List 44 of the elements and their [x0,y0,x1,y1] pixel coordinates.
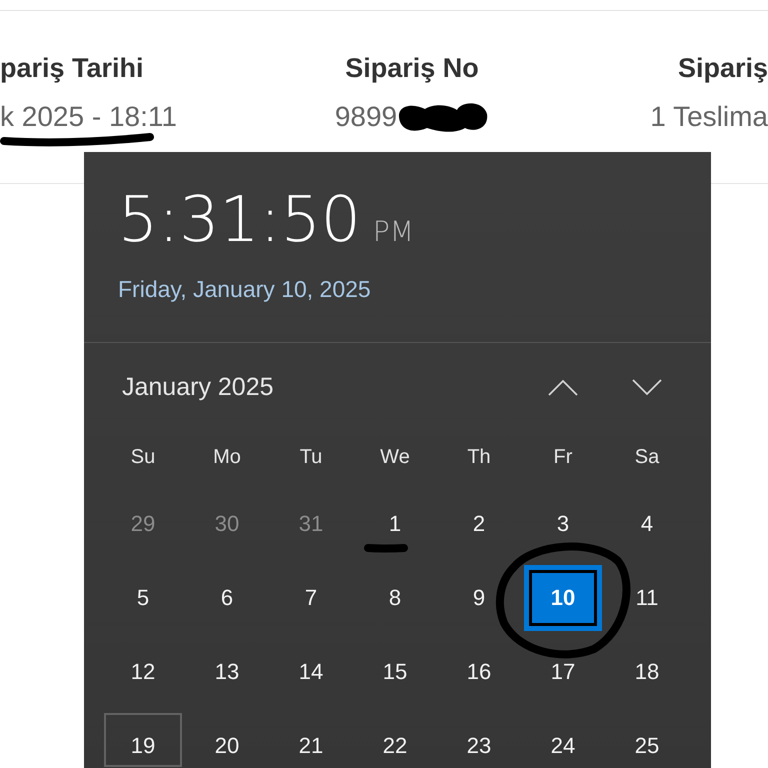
day-button[interactable]: 19 [104,713,182,767]
day-button[interactable]: 1 [356,491,434,557]
clock-time: 5:31:50 [118,182,361,258]
day-button[interactable]: 22 [356,713,434,767]
column-value: 1 Teslima [650,100,768,134]
day-button[interactable]: 12 [104,639,182,705]
day-button[interactable]: 21 [272,713,350,767]
weekday-label: Fr [554,445,572,469]
chevron-down-icon [632,378,662,396]
day-button[interactable]: 25 [608,713,686,767]
weekday-label: Th [467,445,491,469]
day-button[interactable]: 6 [188,565,266,631]
day-button[interactable]: 23 [440,713,518,767]
day-button[interactable]: 18 [608,639,686,705]
am-pm-label: PM [372,215,414,249]
weekday-label: Tu [300,445,322,469]
day-button[interactable]: 17 [524,639,602,705]
day-button[interactable]: 2 [440,491,518,557]
column-value: 9899 [334,100,398,134]
day-button[interactable]: 9 [440,565,518,631]
day-button[interactable]: 13 [188,639,266,705]
day-button[interactable]: 14 [272,639,350,705]
chevron-up-icon [548,378,578,396]
day-button[interactable]: 11 [608,565,686,631]
day-button[interactable]: 10 [524,565,602,631]
weekday-label: Su [130,445,156,469]
month-header[interactable]: January 2025 [122,372,274,402]
column-heading: pariş Tarihi [0,52,144,84]
day-button[interactable]: 16 [440,639,518,705]
day-button[interactable]: 24 [524,713,602,767]
weekday-label: We [380,445,410,469]
weekday-label: Mo [213,445,241,469]
day-button[interactable]: 8 [356,565,434,631]
column-heading: Sipariş [678,52,768,84]
day-button[interactable]: 7 [272,565,350,631]
day-button[interactable]: 4 [608,491,686,557]
date-link[interactable]: Friday, January 10, 2025 [118,276,371,302]
day-button[interactable]: 20 [188,713,266,767]
column-value: k 2025 - 18:11 [0,100,177,134]
day-button[interactable]: 15 [356,639,434,705]
day-button[interactable]: 3 [524,491,602,557]
column-heading: Sipariş No [345,52,479,84]
weekday-label: Sa [634,445,660,469]
day-button[interactable]: 5 [104,565,182,631]
